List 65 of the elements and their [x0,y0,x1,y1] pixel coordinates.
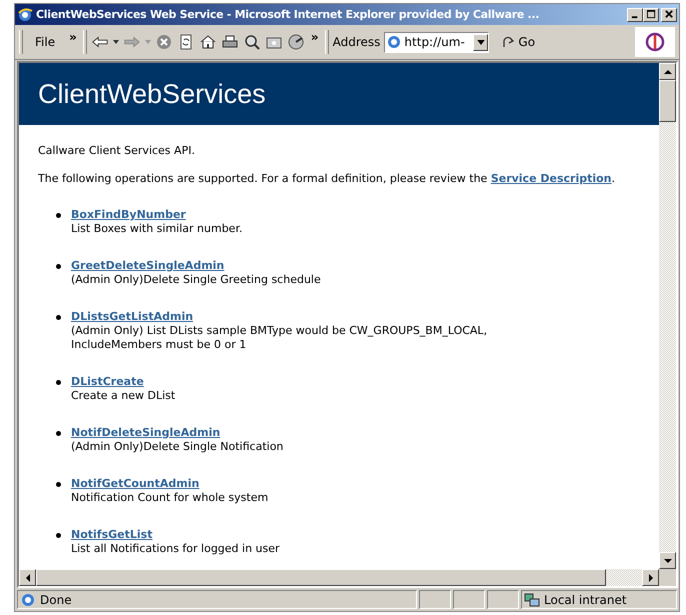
bullet-icon [56,431,61,436]
bullet-icon [56,380,61,385]
bullet-icon [56,533,61,538]
page-icon [20,592,36,608]
status-text: Done [40,592,72,606]
operation-description: (Admin Only) List DLists sample BMType would be CW_GROUPS_BM_LOCAL, IncludeMembers must be 0 or 1 [71,324,488,352]
window-title: ClientWebServices Web Service - Microsoft Internet Explorer provided by Callware ... [36,8,540,21]
right-arrow-icon [648,574,652,582]
caret-icon [476,40,485,44]
scroll-left-button[interactable] [19,569,36,586]
left-arrow-icon [26,574,30,582]
page-heading: ClientWebServices [38,78,266,110]
maximize-icon [646,10,656,19]
bullet-icon [56,482,61,487]
scroll-thumb[interactable] [659,80,676,122]
vertical-scrollbar[interactable] [659,63,676,569]
lead-paragraph: The following operations are supported. For a formal definition, please review the Service Description. [38,172,616,186]
go-button[interactable]: Go [499,35,538,49]
brand-logo-icon [645,32,665,52]
scroll-right-button[interactable] [642,569,659,586]
operation-link[interactable]: NotifsGetList [71,528,152,541]
bullet-icon [56,315,61,320]
operation-link[interactable]: GreetDeleteSingleAdmin [71,259,224,272]
print-icon[interactable] [220,34,239,50]
service-description-link[interactable]: Service Description [490,172,612,185]
status-panel [487,590,519,609]
operation-description: List Boxes with similar number. [71,222,244,236]
address-label: Address [332,35,380,49]
back-icon[interactable] [90,34,109,50]
operation-link[interactable]: NotifGetCountAdmin [71,477,200,490]
search-icon[interactable] [242,34,261,50]
toolbar-chevron-button[interactable]: » [308,30,321,44]
file-menu[interactable]: File [27,35,64,49]
up-arrow-icon [664,70,672,74]
home-icon[interactable] [198,34,217,50]
operation-description: Notification Count for whole system [71,491,270,505]
status-panel [419,590,451,609]
zone-text: Local intranet [544,592,627,606]
maximize-button[interactable] [643,8,659,22]
minimize-button[interactable] [627,8,643,22]
address-dropdown-button[interactable] [473,34,488,50]
browser-icon [17,6,33,22]
down-arrow-icon [664,558,672,562]
address-field[interactable]: http://um- [384,32,490,52]
operation-description: (Admin Only)Delete Single Notification [71,440,284,454]
operation-description: Create a new DList [71,389,176,403]
operation-description: (Admin Only)Delete Single Greeting schedule [71,273,322,287]
status-panel [453,590,485,609]
bullet-icon [56,213,61,218]
operation-link[interactable]: DListsGetListAdmin [71,310,194,323]
operation-link[interactable]: DListCreate [71,375,144,388]
operation-link[interactable]: BoxFindByNumber [71,208,186,221]
close-icon [664,10,674,19]
scroll-down-button[interactable] [659,552,676,569]
dropdown-arrow-icon[interactable] [112,40,119,44]
bullet-icon [56,264,61,269]
page-icon [386,34,402,50]
close-button[interactable] [661,8,677,22]
menu-chevron-button[interactable]: » [67,30,79,44]
intranet-icon [524,592,540,608]
operation-description: List all Notifications for logged in user [71,542,281,556]
intro-text: Callware Client Services API. [38,144,196,158]
operation-link[interactable]: NotifDeleteSingleAdmin [71,426,220,439]
go-arrow-icon [501,35,516,49]
scroll-up-button[interactable] [659,63,676,80]
